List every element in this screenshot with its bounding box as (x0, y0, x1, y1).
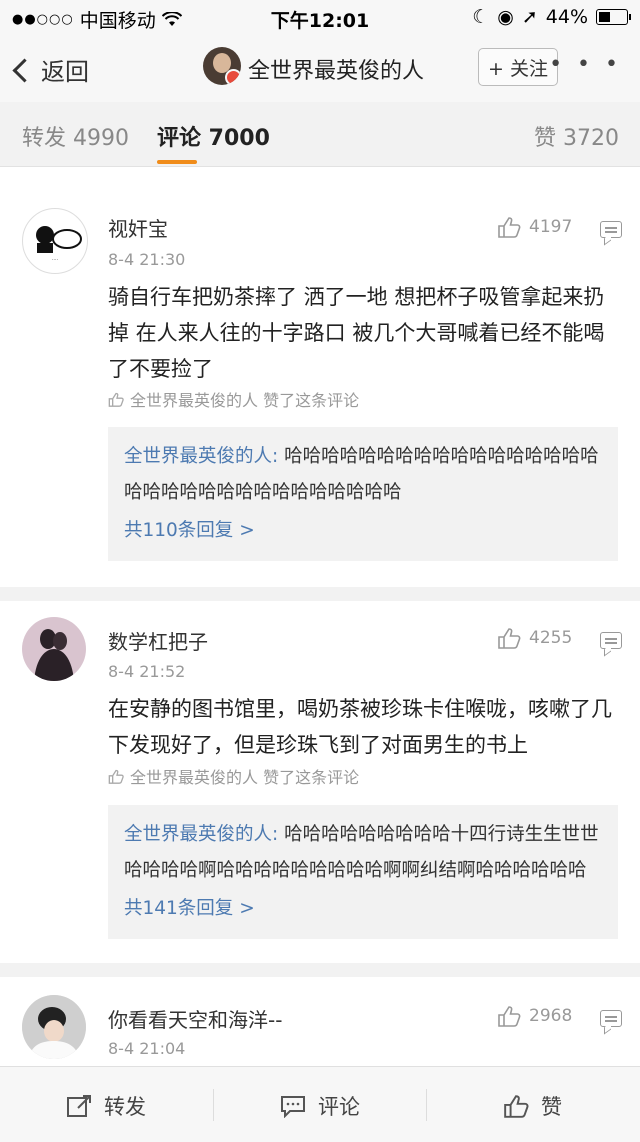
comment-author[interactable]: 数学杠把子 (108, 626, 208, 655)
verified-badge-icon (225, 69, 241, 85)
reply-text-block: 全世界最英俊的人: 哈哈哈哈哈哈哈哈哈十四行诗生生世世哈哈哈哈啊哈哈哈哈哈哈哈哈… (124, 817, 602, 889)
comment-list[interactable]: ···· 视奸宝 8-4 21:30 4197 骑自行车把奶茶摔了 洒了一地 想… (0, 167, 640, 1065)
reply-icon[interactable] (600, 1010, 622, 1027)
thumbs-up-icon (498, 628, 521, 649)
comment-text: 骑自行车把奶茶摔了 洒了一地 想把杯子吸管拿起来扔掉 在人来人往的十字路口 被几… (108, 285, 605, 381)
cartoon-avatar-icon: ···· (36, 226, 82, 263)
small-thumbs-up-icon (108, 392, 124, 407)
repost-label: 转发 (104, 1095, 146, 1119)
small-thumbs-up-icon (108, 769, 124, 784)
repost-button[interactable]: 转发 (66, 1091, 146, 1121)
comment-time: 8-4 21:52 (108, 662, 186, 681)
like-count: 4255 (529, 628, 573, 648)
status-bar: ●●○○○ 中国移动 下午12:01 ☾ ◉ ➚ 44% (0, 0, 640, 34)
reply-count-link[interactable]: 共141条回复 > (124, 891, 602, 927)
like-label: 赞 (541, 1095, 562, 1119)
avatar[interactable]: ···· (22, 208, 88, 274)
thumbs-up-icon (498, 1006, 521, 1027)
comment-icon (281, 1096, 305, 1118)
user-avatar[interactable] (203, 47, 241, 85)
comment-divider (0, 587, 640, 601)
comment-item: 你看看天空和海洋-- 8-4 21:04 2968 (0, 977, 640, 1065)
back-label: 返回 (41, 58, 89, 86)
reply-count-link[interactable]: 共110条回复 > (124, 513, 602, 549)
like-button[interactable]: 4255 (497, 627, 572, 649)
comment-time: 8-4 21:04 (108, 1039, 186, 1058)
like-action-button[interactable]: 赞 (503, 1091, 562, 1121)
chevron-left-icon (12, 58, 37, 83)
tab-comments[interactable]: 评论 7000 (157, 120, 270, 152)
comment-author[interactable]: 你看看天空和海洋-- (108, 1004, 282, 1033)
svg-text:····: ···· (52, 257, 59, 263)
location-icon: ➚ (521, 6, 538, 28)
bottom-action-bar: 转发 评论 赞 (0, 1066, 640, 1142)
reply-text-block: 全世界最英俊的人: 哈哈哈哈哈哈哈哈哈哈哈哈哈哈哈哈哈哈哈哈哈哈哈哈哈哈哈哈哈哈… (124, 439, 602, 511)
comment-item: ···· 视奸宝 8-4 21:30 4197 骑自行车把奶茶摔了 洒了一地 想… (0, 167, 640, 587)
comment-author[interactable]: 视奸宝 (108, 213, 168, 242)
more-options-icon[interactable]: • • • (549, 52, 622, 77)
follow-button[interactable]: + 关注 (478, 48, 558, 86)
comment-divider (0, 963, 640, 977)
tab-reposts[interactable]: 转发 4990 (22, 120, 129, 152)
liked-by-text: 全世界最英俊的人 赞了这条评论 (130, 768, 360, 787)
moon-icon: ☾ (472, 6, 490, 28)
back-button[interactable]: 返回 (12, 52, 89, 87)
comment-label: 评论 (318, 1095, 360, 1119)
battery-icon (596, 9, 631, 25)
liked-by-line: 全世界最英俊的人 赞了这条评论 (108, 387, 359, 411)
thumbs-up-icon (504, 1095, 529, 1118)
active-tab-indicator (157, 160, 197, 164)
bottom-separator (426, 1089, 427, 1121)
photo-avatar-icon (22, 995, 86, 1059)
comment-item: 数学杠把子 8-4 21:52 4255 在安静的图书馆里，喝奶茶被珍珠卡住喉咙… (0, 601, 640, 963)
page-title[interactable]: 全世界最英俊的人 (248, 53, 424, 85)
battery-percent: 44% (545, 6, 588, 28)
avatar[interactable] (22, 995, 86, 1059)
repost-icon (67, 1095, 91, 1117)
reply-author[interactable]: 全世界最英俊的人: (124, 446, 278, 467)
thumbs-up-icon (498, 217, 521, 238)
silhouette-avatar-icon (34, 629, 74, 681)
bottom-separator (213, 1089, 214, 1121)
reply-icon[interactable] (600, 221, 622, 238)
comment-text: 在安静的图书馆里，喝奶茶被珍珠卡住喉咙，咳嗽了几下发现好了，但是珍珠飞到了对面男… (108, 697, 612, 757)
like-count: 4197 (529, 217, 573, 237)
navigation-bar: 返回 全世界最英俊的人 + 关注 • • • (0, 34, 640, 102)
like-button[interactable]: 4197 (497, 216, 572, 238)
comment-time: 8-4 21:30 (108, 250, 186, 269)
tab-bar: 转发 4990 评论 7000 赞 3720 (0, 102, 640, 167)
reply-author[interactable]: 全世界最英俊的人: (124, 824, 278, 845)
tab-likes[interactable]: 赞 3720 (534, 120, 619, 152)
like-button[interactable]: 2968 (497, 1005, 572, 1027)
like-count: 2968 (529, 1006, 573, 1026)
rotation-lock-icon: ◉ (497, 6, 514, 28)
comment-button[interactable]: 评论 (280, 1091, 360, 1121)
avatar[interactable] (22, 617, 86, 681)
reply-preview[interactable]: 全世界最英俊的人: 哈哈哈哈哈哈哈哈哈十四行诗生生世世哈哈哈哈啊哈哈哈哈哈哈哈哈… (108, 805, 618, 939)
reply-icon[interactable] (600, 632, 622, 649)
liked-by-line: 全世界最英俊的人 赞了这条评论 (108, 764, 359, 788)
status-right: ☾ ◉ ➚ 44% (472, 6, 631, 28)
reply-preview[interactable]: 全世界最英俊的人: 哈哈哈哈哈哈哈哈哈哈哈哈哈哈哈哈哈哈哈哈哈哈哈哈哈哈哈哈哈哈… (108, 427, 618, 561)
liked-by-text: 全世界最英俊的人 赞了这条评论 (130, 391, 360, 410)
